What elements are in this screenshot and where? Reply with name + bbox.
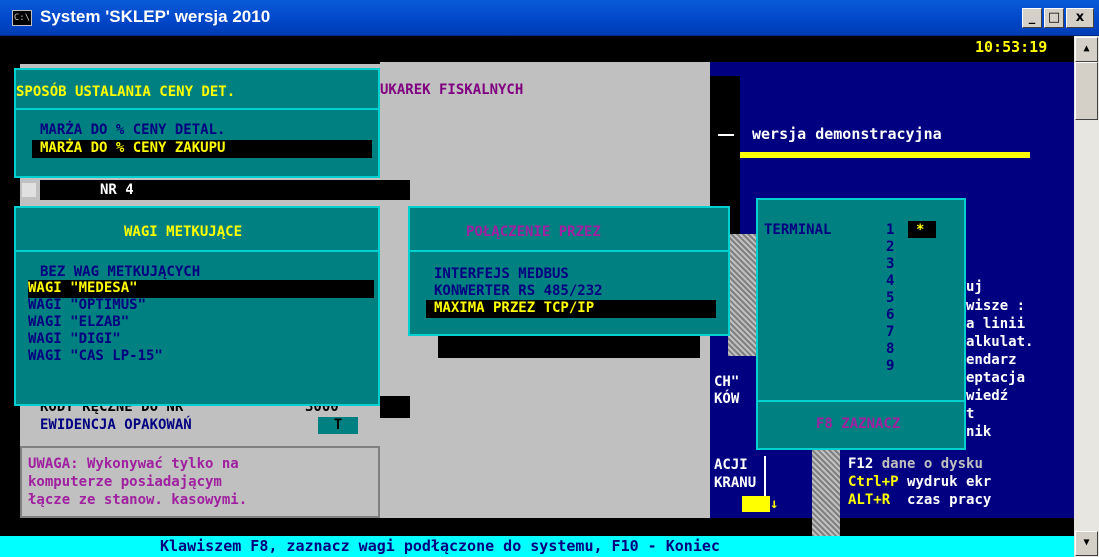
- nr-indicator: [22, 183, 36, 197]
- scale-option-cas[interactable]: WAGI "CAS LP-15": [28, 348, 163, 364]
- dialog-divider: [16, 250, 378, 252]
- ctrlp-label: wydruk ekr: [907, 474, 992, 490]
- connection-option-medbus[interactable]: INTERFEJS MEDBUS: [434, 266, 569, 282]
- terminal-1-marker: *: [916, 222, 925, 238]
- right-menu-7[interactable]: wiedź: [966, 388, 1008, 404]
- hatch-bottom: [812, 446, 840, 536]
- ctrlp-item[interactable]: Ctrl+P wydruk ekr: [848, 474, 991, 490]
- console-icon[interactable]: C:\: [12, 10, 32, 26]
- warning-line-1: UWAGA: Wykonywać tylko na: [28, 456, 239, 472]
- f12-key: F12: [848, 456, 874, 472]
- warning-line-3: łącze ze stanow. kasowymi.: [28, 492, 248, 508]
- price-option-retail[interactable]: MARŻA DO % CENY DETAL.: [40, 122, 225, 138]
- right-menu-4[interactable]: alkulat.: [966, 334, 1033, 350]
- packaging-label: EWIDENCJA OPAKOWAŃ: [40, 417, 192, 433]
- scroll-thumb[interactable]: [1075, 62, 1098, 120]
- shadow-strip: [20, 56, 380, 64]
- packaging-value[interactable]: T: [318, 417, 358, 434]
- fragment-1: CH": [714, 374, 740, 390]
- connection-dialog: POŁĄCZENIE PRZEZ INTERFEJS MEDBUS KONWER…: [408, 206, 730, 336]
- f12-label: dane o dysku: [881, 456, 983, 472]
- scale-option-digi[interactable]: WAGI "DIGI": [28, 331, 121, 347]
- terminal-9[interactable]: 9: [886, 358, 894, 374]
- scales-title: WAGI METKUJĄCE: [124, 224, 243, 240]
- terminal-1[interactable]: 1: [886, 222, 894, 238]
- dialog-divider: [16, 108, 378, 110]
- terminal-2[interactable]: 2: [886, 239, 894, 255]
- f12-item[interactable]: F12 dane o dysku: [848, 456, 983, 472]
- warning-line-2: komputerze posiadającym: [28, 474, 222, 490]
- down-arrow-icon: ↓: [770, 496, 779, 512]
- fragment-2: KÓW: [714, 391, 740, 407]
- scale-option-optimus[interactable]: WAGI "OPTIMUS": [28, 297, 146, 313]
- yellow-underline: [740, 152, 1030, 158]
- demo-version-text: wersja demonstracyjna: [752, 125, 942, 143]
- right-menu-6[interactable]: eptacja: [966, 370, 1025, 386]
- price-method-title: SPOSÓB USTALANIA CENY DET.: [16, 84, 236, 100]
- altr-label: czas pracy: [907, 492, 992, 508]
- scales-dialog: WAGI METKUJĄCE BEZ WAG METKUJĄCYCH WAGI …: [14, 206, 380, 406]
- terminal-7[interactable]: 7: [886, 324, 894, 340]
- status-bar: Klawiszem F8, zaznacz wagi podłączone do…: [0, 536, 1074, 557]
- terminal-label: TERMINAL: [764, 222, 832, 238]
- connection-option-tcp[interactable]: MAXIMA PRZEZ TCP/IP: [434, 300, 594, 316]
- scroll-down-icon[interactable]: ▼: [1075, 531, 1098, 556]
- terminal-5[interactable]: 5: [886, 290, 894, 306]
- fragment-4: KRANU: [714, 475, 757, 491]
- window-title: System 'SKLEP' wersja 2010: [40, 7, 271, 26]
- minimize-button[interactable]: _: [1022, 8, 1042, 28]
- warning-box: UWAGA: Wykonywać tylko na komputerze pos…: [20, 446, 380, 518]
- price-option-purchase[interactable]: MARŻA DO % CENY ZAKUPU: [40, 140, 225, 156]
- nr-row: NR 4: [40, 180, 410, 200]
- terminal-8[interactable]: 8: [886, 341, 894, 357]
- console-area: NR 4 UKAREK FISKALNYCH 10:53:19 wersja d…: [0, 36, 1074, 557]
- right-menu-5[interactable]: endarz: [966, 352, 1017, 368]
- fiscal-printers-heading: UKAREK FISKALNYCH: [380, 82, 524, 98]
- terminal-4[interactable]: 4: [886, 273, 894, 289]
- close-button[interactable]: x: [1066, 8, 1094, 28]
- terminal-6[interactable]: 6: [886, 307, 894, 323]
- right-menu-2[interactable]: wisze :: [966, 298, 1025, 314]
- yellow-block: [742, 496, 770, 512]
- dialog-divider: [410, 250, 728, 252]
- scale-option-none[interactable]: BEZ WAG METKUJĄCYCH: [40, 264, 200, 280]
- scroll-up-icon[interactable]: ▲: [1075, 37, 1098, 62]
- connection-option-rs485[interactable]: KONWERTER RS 485/232: [434, 283, 603, 299]
- dark-row-small: [380, 396, 410, 418]
- clock: 10:53:19: [975, 38, 1048, 56]
- connection-title: POŁĄCZENIE PRZEZ: [466, 224, 601, 240]
- right-menu-1[interactable]: uj: [966, 279, 983, 295]
- dialog-divider: [758, 400, 964, 402]
- maximize-button[interactable]: □: [1044, 8, 1064, 28]
- right-menu-3[interactable]: a linii: [966, 316, 1025, 332]
- nr-label: NR 4: [100, 182, 134, 198]
- right-menu-9[interactable]: nik: [966, 424, 991, 440]
- fragment-3: ACJI: [714, 457, 748, 473]
- altr-key: ALT+R: [848, 492, 891, 508]
- right-menu-8[interactable]: t: [966, 406, 974, 422]
- demo-dash: [718, 134, 734, 136]
- terminal-3[interactable]: 3: [886, 256, 894, 272]
- fragment-divider: [764, 456, 766, 496]
- scale-option-medesa[interactable]: WAGI "MEDESA": [28, 280, 138, 296]
- dark-row: [438, 336, 700, 358]
- price-method-dialog: SPOSÓB USTALANIA CENY DET. MARŻA DO % CE…: [14, 68, 380, 178]
- scale-option-elzab[interactable]: WAGI "ELZAB": [28, 314, 129, 330]
- window-titlebar[interactable]: C:\ System 'SKLEP' wersja 2010 _ □ x: [0, 0, 1099, 36]
- terminal-dialog: TERMINAL 1 * 2 3 4 5 6 7 8 9 F8 ZAZNACZ: [756, 198, 966, 450]
- terminal-footer[interactable]: F8 ZAZNACZ: [816, 416, 900, 432]
- altr-item[interactable]: ALT+R czas pracy: [848, 492, 991, 508]
- ctrlp-key: Ctrl+P: [848, 474, 899, 490]
